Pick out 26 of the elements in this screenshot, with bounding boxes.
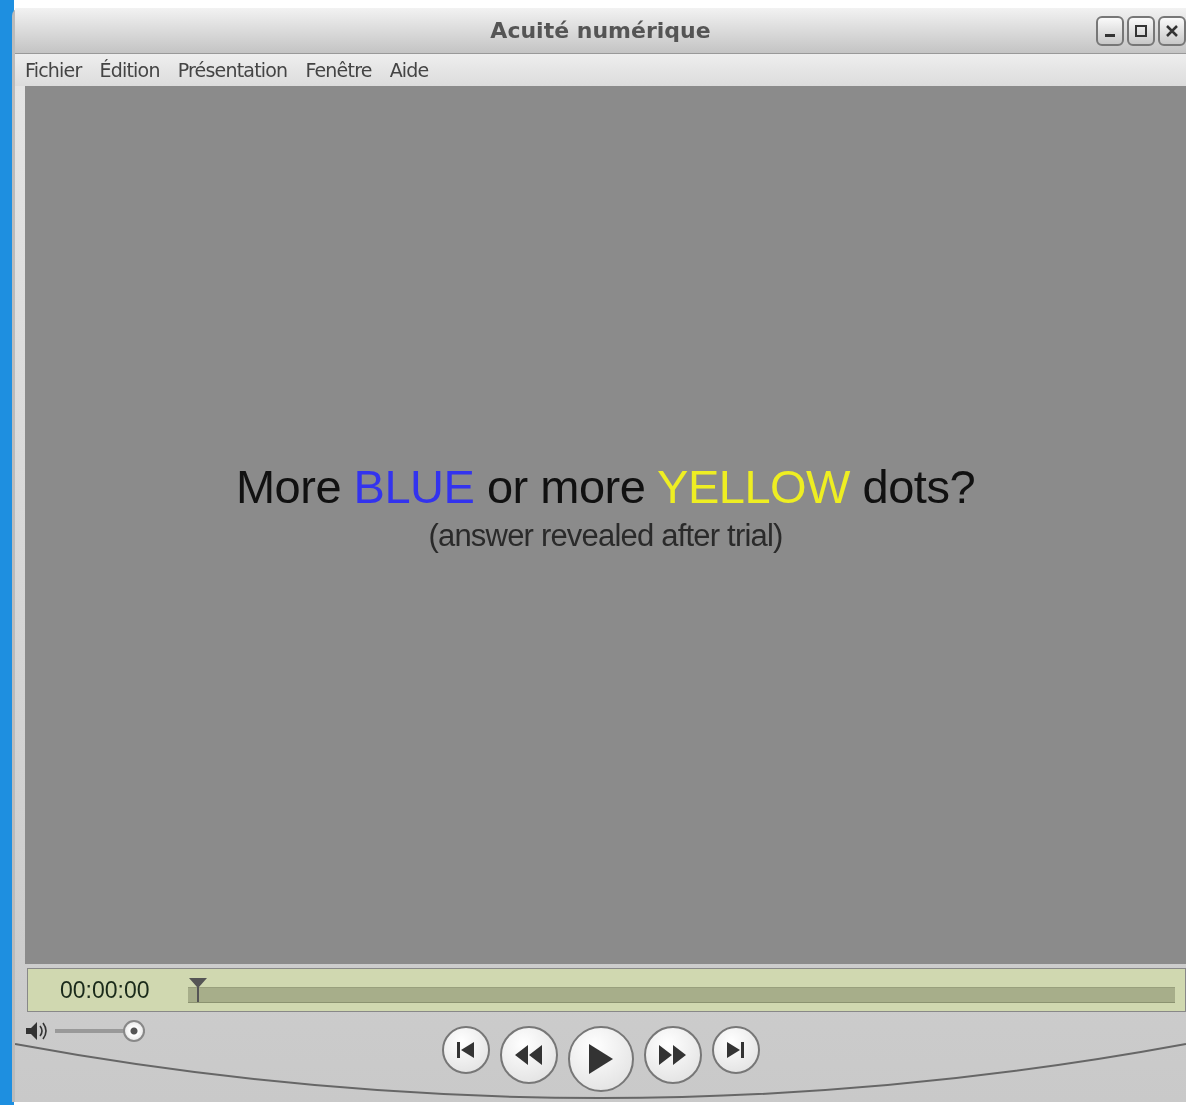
skip-back-button[interactable] [441,1026,490,1074]
rewind-icon [515,1045,542,1065]
subtitle-text: (answer revealed after trial) [428,516,783,555]
menu-item[interactable]: Édition [99,55,160,85]
rewind-button[interactable] [499,1026,558,1084]
maximize-icon [1134,24,1148,38]
menu-item[interactable]: Aide [389,55,429,85]
fast-forward-icon [659,1045,686,1065]
menu-item[interactable]: Fenêtre [305,55,372,85]
menu-item[interactable]: Fichier [25,55,82,85]
play-icon [588,1044,613,1074]
playhead[interactable] [188,977,208,1003]
close-button[interactable] [1158,16,1186,46]
skip-forward-icon [727,1042,744,1058]
question-text: More BLUE or more YELLOW dots? [235,460,976,513]
window-title: Acuité numérique [490,17,711,45]
close-icon [1165,24,1179,38]
skip-forward-button[interactable] [711,1026,760,1074]
fast-forward-button[interactable] [643,1026,702,1084]
minimize-icon [1105,34,1115,37]
maximize-button[interactable] [1127,16,1155,46]
volume-thumb[interactable] [123,1020,145,1042]
time-display: 00:00:00 [59,975,151,1005]
minimize-button[interactable] [1096,16,1124,46]
menu-item[interactable]: Présentation [177,55,288,85]
skip-back-icon [457,1042,474,1058]
